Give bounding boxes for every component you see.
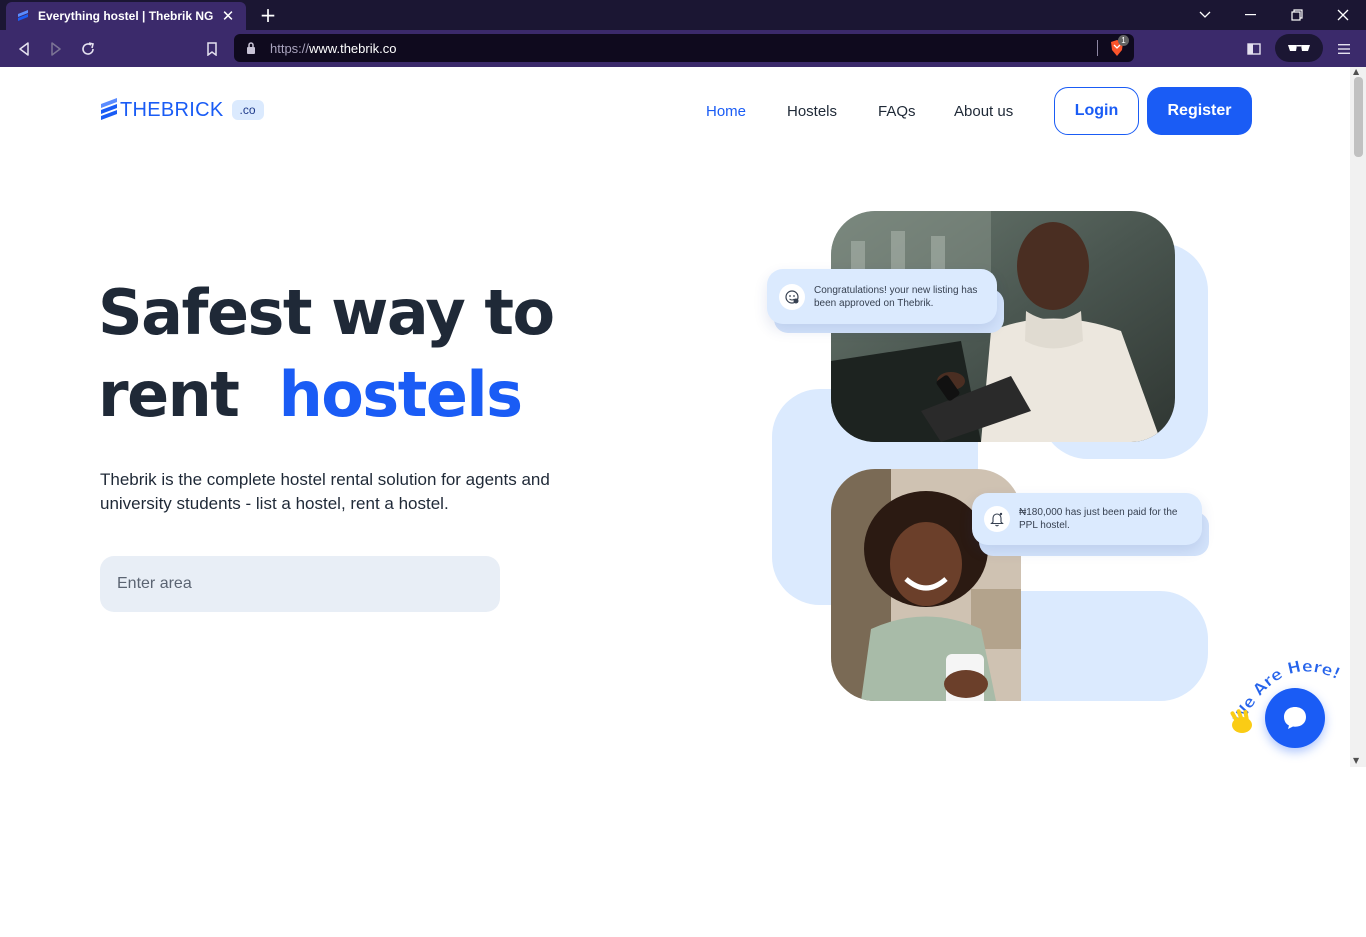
- restore-icon[interactable]: [1274, 0, 1320, 30]
- shield-count-badge: 1: [1118, 35, 1129, 46]
- sidebar-toggle-icon[interactable]: [1242, 37, 1266, 61]
- url-text[interactable]: https://www.thebrik.co: [270, 41, 396, 56]
- nav-home[interactable]: Home: [706, 103, 746, 120]
- url-divider: [1097, 40, 1098, 56]
- window-controls: [1182, 0, 1366, 30]
- browser-tab[interactable]: Everything hostel | Thebrik NG ✕: [6, 2, 246, 30]
- hero-title-line2: rent: [98, 358, 240, 431]
- hero-subtitle: Thebrik is the complete hostel rental so…: [100, 470, 550, 513]
- tab-close-icon[interactable]: ✕: [220, 7, 236, 25]
- menu-icon[interactable]: [1332, 37, 1356, 61]
- lock-icon[interactable]: [246, 41, 260, 55]
- tab-title: Everything hostel | Thebrik NG: [38, 9, 214, 23]
- notification-listing-approved: Congratulations! your new listing has be…: [767, 269, 997, 324]
- private-window-glasses-icon[interactable]: [1275, 34, 1323, 62]
- thebrik-favicon-icon: [16, 9, 30, 23]
- nav-about-us[interactable]: About us: [954, 103, 1013, 120]
- chat-launcher-button[interactable]: [1265, 688, 1325, 748]
- scroll-up-arrow-icon[interactable]: ▲: [1353, 67, 1359, 76]
- approved-icon: [779, 283, 805, 310]
- scroll-thumb[interactable]: [1354, 77, 1363, 157]
- page-scrollbar[interactable]: ▲ ▼: [1350, 67, 1366, 767]
- bookmark-icon[interactable]: [200, 37, 224, 61]
- url-host: www.thebrik.co: [309, 40, 397, 56]
- nav-faqs-wrap: FAQs: [878, 103, 916, 120]
- notification-payment: ₦180,000 has just been paid for the PPL …: [972, 493, 1202, 545]
- url-protocol: https://: [270, 40, 310, 56]
- notification-text: Congratulations! your new listing has be…: [814, 284, 978, 309]
- reload-icon[interactable]: [76, 37, 100, 61]
- new-tab-button[interactable]: +: [258, 3, 278, 27]
- bell-icon: [984, 506, 1010, 532]
- nav-hostels-wrap: Hostels: [787, 103, 837, 120]
- browser-tabbar: Everything hostel | Thebrik NG ✕ +: [0, 0, 1366, 30]
- tab-search-chevron-icon[interactable]: [1182, 0, 1228, 30]
- brave-shield-icon[interactable]: 1: [1108, 35, 1129, 57]
- page-viewport: THEBRICK .co Home Hostels FAQs About us …: [2, 67, 1366, 767]
- browser-toolbar: https://www.thebrik.co 1: [0, 30, 1366, 67]
- area-search-input[interactable]: [100, 556, 500, 612]
- nav-about-wrap: About us: [954, 103, 1013, 120]
- logo-wordmark: THEBRICK: [120, 98, 224, 121]
- scroll-down-arrow-icon[interactable]: ▼: [1353, 756, 1359, 765]
- decor-blob-bottom-right: [1007, 591, 1208, 701]
- thebrick-logo[interactable]: THEBRICK .co: [100, 97, 264, 123]
- thebrick-logo-mark-icon: [101, 98, 117, 120]
- back-icon[interactable]: [12, 37, 36, 61]
- chat-bubble-icon: [1284, 707, 1306, 729]
- hero-title: Safest way to rent hostels: [98, 272, 555, 436]
- forward-icon[interactable]: [44, 37, 68, 61]
- register-button[interactable]: Register: [1147, 87, 1252, 135]
- hero-title-line1: Safest way to: [98, 276, 555, 349]
- address-bar[interactable]: https://www.thebrik.co 1: [234, 34, 1134, 62]
- login-button[interactable]: Login: [1054, 87, 1139, 135]
- hero-title-accent: hostels: [278, 358, 523, 431]
- close-window-icon[interactable]: [1320, 0, 1366, 30]
- logo-suffix-badge: .co: [231, 100, 264, 120]
- nav-hostels[interactable]: Hostels: [787, 103, 837, 120]
- minimize-icon[interactable]: [1228, 0, 1274, 30]
- nav-faqs[interactable]: FAQs: [878, 103, 916, 120]
- notification-text: ₦180,000 has just been paid for the PPL …: [1019, 507, 1178, 531]
- nav-home-wrap: Home: [706, 103, 746, 120]
